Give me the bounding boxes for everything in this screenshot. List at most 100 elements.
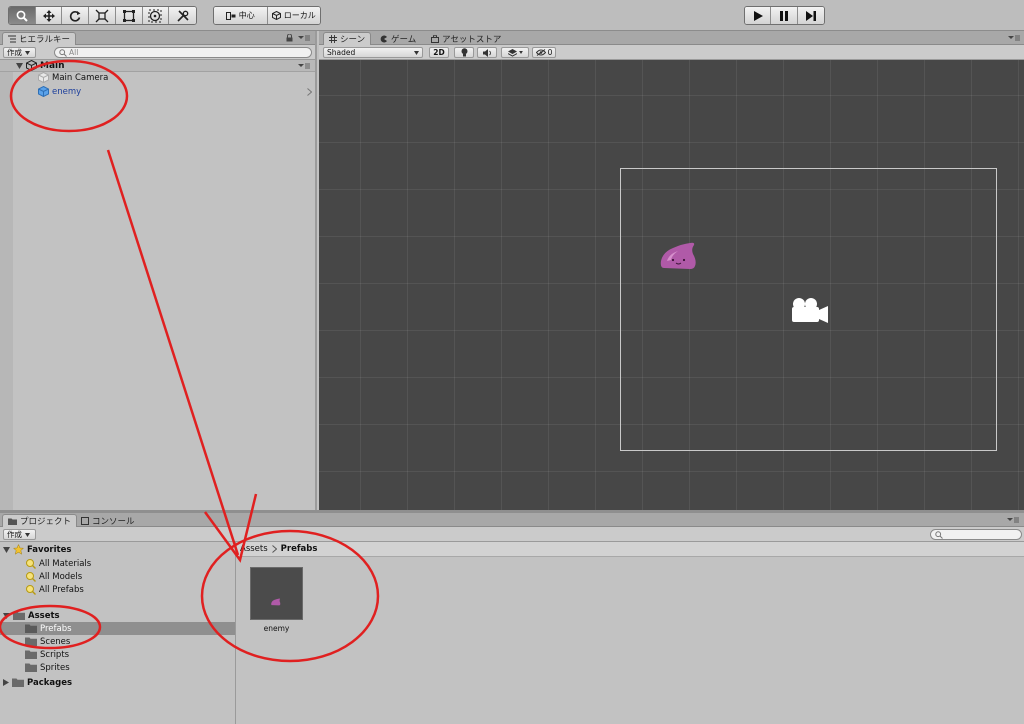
hierarchy-create-dropdown[interactable]: 作成	[3, 47, 36, 58]
hierarchy-item-enemy[interactable]: enemy	[38, 85, 81, 98]
space-local-button[interactable]: ローカル	[267, 7, 320, 24]
tab-project[interactable]: プロジェクト	[2, 514, 78, 527]
expand-arrow-icon[interactable]	[16, 62, 23, 69]
project-create-dropdown[interactable]: 作成	[3, 529, 36, 540]
hierarchy-search-placeholder: All	[69, 48, 79, 57]
favorites-label: Favorites	[27, 544, 72, 555]
main-toolbar: 中心 ローカル	[0, 0, 1024, 31]
folder-icon	[25, 624, 37, 633]
transform-tools	[8, 6, 197, 25]
shopping-bag-icon	[431, 34, 439, 43]
hierarchy-gutter	[0, 60, 13, 510]
step-button[interactable]	[797, 7, 824, 24]
custom-tools-button[interactable]	[169, 7, 196, 24]
audio-toggle[interactable]	[477, 47, 497, 58]
prefab-cube-icon	[38, 86, 49, 97]
shading-mode-label: Shaded	[327, 48, 356, 57]
move-tool-button[interactable]	[35, 7, 63, 24]
assets-header[interactable]: Assets	[3, 609, 60, 622]
favorite-item-all-prefabs[interactable]: All Prefabs	[25, 583, 84, 596]
folder-item-scripts[interactable]: Scripts	[25, 648, 69, 661]
lock-icon[interactable]	[286, 34, 293, 42]
enemy-slime-sprite[interactable]	[660, 241, 698, 271]
scene-tabbar: シーン ゲーム アセットストア	[319, 31, 1024, 45]
transform-tool-button[interactable]	[142, 7, 170, 24]
effects-dropdown[interactable]	[501, 47, 529, 58]
folder-item-scenes[interactable]: Scenes	[25, 635, 70, 648]
tab-hierarchy[interactable]: ヒエラルキー	[2, 32, 77, 45]
tab-asset-store[interactable]: アセットストア	[426, 32, 506, 45]
panel-menu-icon[interactable]	[1007, 517, 1019, 523]
playback-controls	[744, 6, 825, 25]
hierarchy-search-input[interactable]: All	[54, 47, 312, 58]
tab-console[interactable]: コンソール	[76, 514, 140, 527]
pause-icon	[780, 10, 789, 21]
collapse-arrow-icon[interactable]	[3, 679, 9, 686]
pivot-center-button[interactable]: 中心	[214, 7, 268, 24]
chevron-down-icon	[414, 50, 419, 55]
project-content-area: Assets Prefabs enemy	[237, 542, 1024, 724]
folder-item-prefabs[interactable]: Prefabs	[0, 622, 235, 635]
scale-tool-button[interactable]	[89, 7, 116, 24]
pacman-icon	[380, 35, 387, 42]
scene-name: Main	[40, 60, 65, 71]
favorite-item-all-materials[interactable]: All Materials	[25, 557, 91, 570]
lightbulb-icon	[461, 48, 467, 57]
search-folder-icon	[26, 585, 36, 595]
play-button[interactable]	[745, 7, 772, 24]
mode-2d-toggle[interactable]: 2D	[429, 47, 449, 58]
mode-2d-label: 2D	[433, 48, 445, 57]
asset-thumbnail-enemy[interactable]	[250, 567, 303, 620]
rect-icon	[122, 9, 135, 22]
pivot-icon	[225, 11, 236, 20]
hierarchy-item-main-camera[interactable]: Main Camera	[38, 71, 108, 84]
scene-viewport[interactable]	[319, 60, 1024, 510]
tab-game-label: ゲーム	[391, 34, 417, 45]
eye-slash-icon	[535, 49, 546, 56]
expand-arrow-icon[interactable]	[3, 546, 10, 553]
tab-scene[interactable]: シーン	[323, 32, 372, 45]
expand-arrow-icon[interactable]	[3, 612, 10, 619]
packages-header[interactable]: Packages	[3, 676, 72, 689]
hierarchy-searchbar: 作成 All	[0, 45, 315, 60]
play-icon	[753, 10, 763, 21]
folder-item-label: Prefabs	[40, 623, 72, 634]
lighting-toggle[interactable]	[454, 47, 474, 58]
hierarchy-item-label: Main Camera	[52, 72, 109, 83]
folder-icon	[12, 678, 24, 687]
favorites-header[interactable]: Favorites	[3, 543, 71, 556]
breadcrumb-item-prefabs[interactable]: Prefabs	[281, 544, 318, 554]
project-searchbar: 作成	[0, 527, 1024, 542]
search-icon	[59, 48, 67, 57]
chevron-right-icon[interactable]	[307, 88, 312, 96]
move-icon	[42, 9, 55, 22]
tab-hierarchy-label: ヒエラルキー	[19, 35, 71, 45]
scene-controlbar: Shaded 2D 0	[319, 45, 1024, 60]
camera-gizmo-icon[interactable]	[789, 296, 829, 326]
search-folder-icon	[26, 559, 36, 569]
panel-menu-icon[interactable]	[298, 35, 310, 41]
hierarchy-item-label: enemy	[52, 86, 82, 97]
favorite-item-all-models[interactable]: All Models	[25, 570, 82, 583]
packages-label: Packages	[27, 677, 73, 688]
rect-tool-button[interactable]	[115, 7, 143, 24]
favorite-item-label: All Models	[39, 571, 83, 582]
tools-icon	[177, 9, 189, 22]
local-space-icon	[271, 11, 281, 20]
project-search-input[interactable]	[930, 529, 1022, 540]
rotate-tool-button[interactable]	[62, 7, 90, 24]
shading-mode-dropdown[interactable]: Shaded	[323, 47, 423, 58]
layers-icon	[507, 48, 517, 57]
pause-button[interactable]	[771, 7, 798, 24]
hierarchy-tabbar: ヒエラルキー	[0, 31, 315, 45]
hand-tool-button[interactable]	[9, 7, 36, 24]
breadcrumb-item-assets[interactable]: Assets	[240, 544, 268, 554]
scene-menu-icon[interactable]	[298, 63, 310, 69]
tab-game[interactable]: ゲーム	[375, 32, 421, 45]
transform-icon	[148, 9, 162, 22]
folder-item-sprites[interactable]: Sprites	[25, 661, 70, 674]
console-icon	[81, 516, 89, 525]
folder-item-label: Sprites	[40, 662, 70, 673]
panel-menu-icon[interactable]	[1008, 35, 1020, 41]
hidden-objects-toggle[interactable]: 0	[532, 47, 556, 58]
